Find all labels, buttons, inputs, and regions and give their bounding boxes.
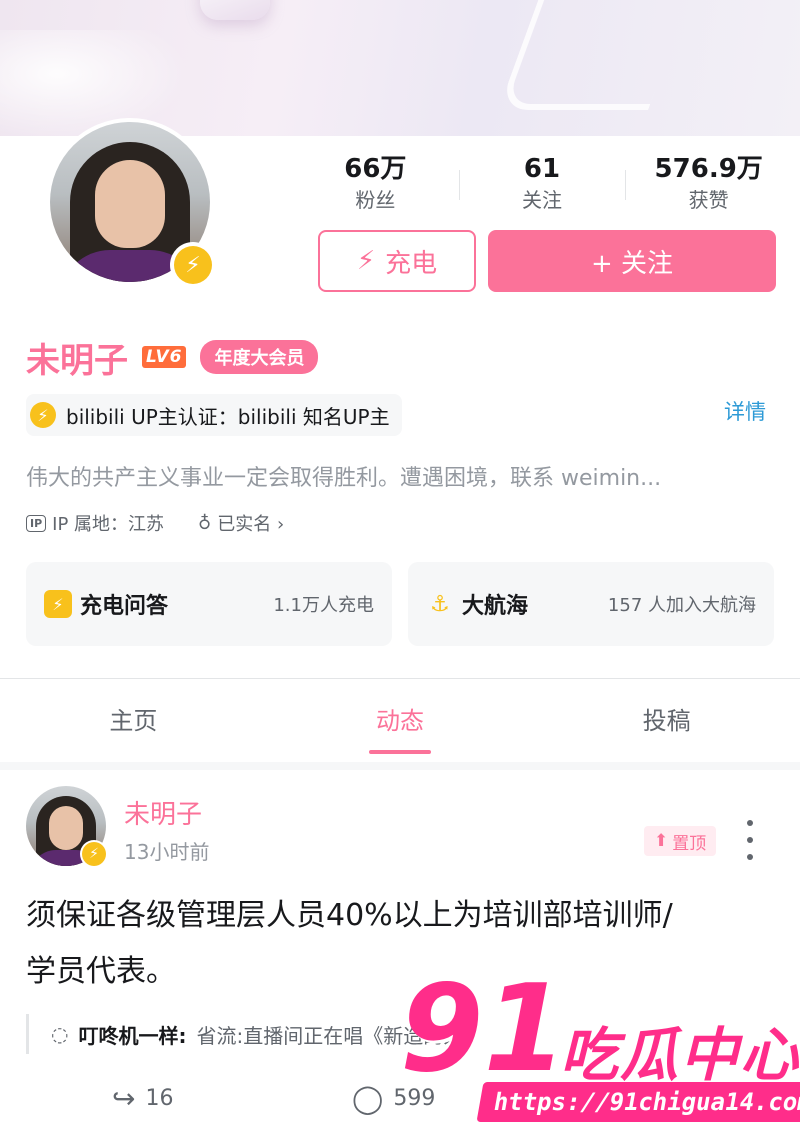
charge-qa-card[interactable]: ⚡ 充电问答 1.1万人充电 bbox=[26, 562, 392, 646]
card-title: 充电问答 bbox=[80, 594, 169, 619]
pinned-label: 置顶 bbox=[672, 833, 707, 854]
ip-location-icon: IP bbox=[26, 514, 47, 532]
details-link[interactable]: 详情 bbox=[724, 396, 766, 426]
profile-banner bbox=[0, 0, 800, 136]
profile-meta: IP IP 属地：江苏 ♁ 已实名 › bbox=[26, 510, 284, 536]
realname-link[interactable]: 已实名 › bbox=[217, 510, 284, 536]
lightning-icon: ⚡ bbox=[82, 842, 106, 866]
post-timestamp: 13小时前 bbox=[124, 840, 210, 864]
card-title: 大航海 bbox=[462, 594, 529, 619]
vip-badge[interactable]: 年度大会员 bbox=[200, 340, 319, 374]
verified-icon: ⚡ bbox=[30, 402, 56, 428]
name-row: 未明子 LV6 年度大会员 bbox=[26, 332, 319, 382]
share-count: 16 bbox=[145, 1086, 174, 1111]
banner-decoration bbox=[0, 30, 190, 136]
card-subtitle: 1.1万人充电 bbox=[273, 595, 374, 616]
stat-label: 粉丝 bbox=[355, 188, 396, 212]
stat-label: 关注 bbox=[522, 188, 562, 212]
share-icon: ↪ bbox=[112, 1082, 136, 1115]
card-subtitle: 157 人加入大航海 bbox=[607, 595, 756, 616]
stat-value: 576.9万 bbox=[654, 154, 763, 184]
tab-uploads[interactable]: 投稿 bbox=[533, 690, 800, 760]
stat-value: 61 bbox=[523, 154, 561, 184]
lightning-icon: ⚡ bbox=[174, 246, 212, 284]
comment-bubble-icon: ◌ bbox=[51, 1022, 69, 1046]
comment-icon: ◯ bbox=[352, 1082, 384, 1115]
watermark-text: 吃瓜中心 bbox=[560, 1021, 800, 1089]
section-divider bbox=[0, 762, 800, 770]
watermark-url: https://91chigua14.com bbox=[476, 1082, 800, 1122]
verified-bolt-badge: ⚡ bbox=[80, 840, 108, 868]
follow-label: + 关注 bbox=[590, 248, 674, 279]
tab-home[interactable]: 主页 bbox=[0, 690, 267, 760]
comment-user: 叮咚机一样: bbox=[78, 1023, 187, 1048]
pinned-badge: ⬆ 置顶 bbox=[644, 826, 717, 856]
stat-fans[interactable]: 66万 粉丝 bbox=[292, 152, 459, 218]
post-author-name[interactable]: 未明子 bbox=[124, 794, 202, 831]
more-options-icon[interactable] bbox=[744, 820, 756, 860]
anchor-icon: ⚓ bbox=[430, 591, 450, 617]
share-button[interactable]: ↪ 16 bbox=[112, 1082, 173, 1115]
charge-label: 充电 bbox=[385, 248, 438, 279]
charge-button[interactable]: ⚡ 充电 bbox=[318, 230, 476, 292]
section-divider bbox=[0, 678, 800, 679]
banner-decoration bbox=[498, 0, 692, 110]
stat-value: 66万 bbox=[344, 154, 407, 184]
watermark: 91 吃瓜中心 https://91chigua14.com bbox=[400, 970, 800, 1141]
stat-likes[interactable]: 576.9万 获赞 bbox=[625, 152, 792, 218]
profile-name: 未明子 bbox=[26, 340, 128, 381]
watermark-number: 91 bbox=[400, 960, 567, 1099]
certification-bar: ⚡ bilibili UP主认证：bilibili 知名UP主 bbox=[26, 394, 402, 436]
certification-text: bilibili UP主认证：bilibili 知名UP主 bbox=[66, 404, 390, 429]
verified-bolt-badge: ⚡ bbox=[170, 242, 216, 288]
profile-signature[interactable]: 伟大的共产主义事业一定会取得胜利。遭遇困境，联系 weimin... bbox=[26, 460, 776, 492]
profile-tabs: 主页 动态 投稿 bbox=[0, 690, 800, 760]
lightning-icon: ⚡ bbox=[356, 246, 376, 276]
follow-button[interactable]: + 关注 bbox=[488, 230, 776, 292]
ip-location-text: IP 属地：江苏 bbox=[52, 514, 165, 535]
level-badge: LV6 bbox=[142, 346, 187, 368]
banner-decoration bbox=[200, 0, 270, 20]
pin-arrow-icon: ⬆ bbox=[654, 831, 669, 851]
tab-dynamics[interactable]: 动态 bbox=[267, 690, 534, 760]
stat-label: 获赞 bbox=[688, 188, 729, 212]
realname-person-icon: ♁ bbox=[198, 512, 212, 534]
stat-following[interactable]: 61 关注 bbox=[458, 152, 626, 218]
profile-stats: 66万 粉丝 61 关注 576.9万 获赞 bbox=[292, 152, 792, 218]
post-text-line: 须保证各级管理层人员40%以上为培训部培训师/ bbox=[26, 898, 673, 933]
fleet-card[interactable]: ⚓ 大航海 157 人加入大航海 bbox=[408, 562, 774, 646]
charge-qa-icon: ⚡ bbox=[44, 590, 72, 618]
